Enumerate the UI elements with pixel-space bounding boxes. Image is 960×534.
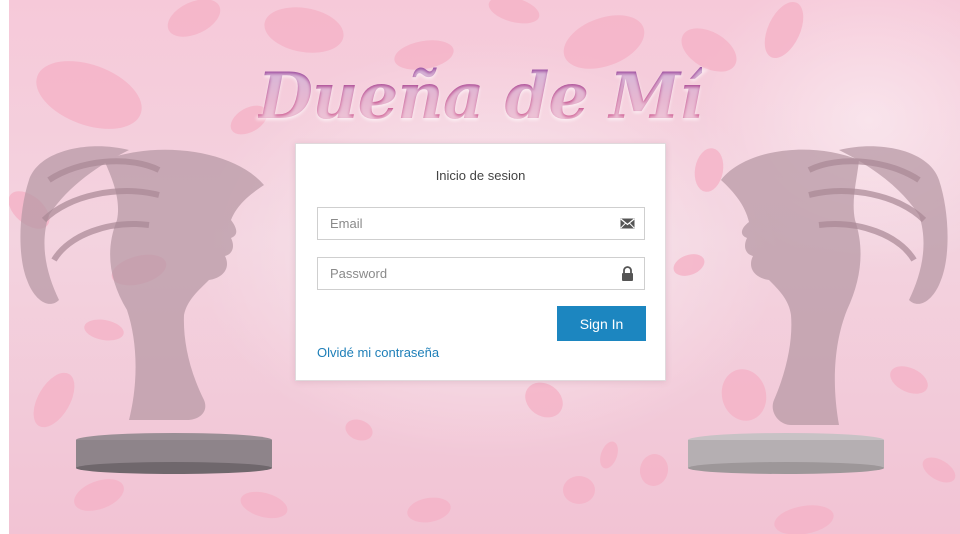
email-input[interactable] — [318, 208, 620, 239]
login-card: Inicio de sesion Sign In Olvidé mi contr… — [295, 143, 666, 381]
password-field[interactable] — [317, 257, 645, 290]
brand-logo: Dueña de Mí — [258, 42, 704, 150]
email-field[interactable] — [317, 207, 645, 240]
envelope-icon — [620, 218, 635, 229]
brand-logo-text: Dueña de Mí — [257, 58, 704, 134]
password-input[interactable] — [318, 258, 620, 289]
lock-icon — [622, 266, 633, 281]
left-edge-strip — [0, 0, 9, 534]
sign-in-button[interactable]: Sign In — [557, 306, 646, 341]
forgot-password-link[interactable]: Olvidé mi contraseña — [317, 345, 439, 360]
login-title: Inicio de sesion — [435, 168, 526, 183]
